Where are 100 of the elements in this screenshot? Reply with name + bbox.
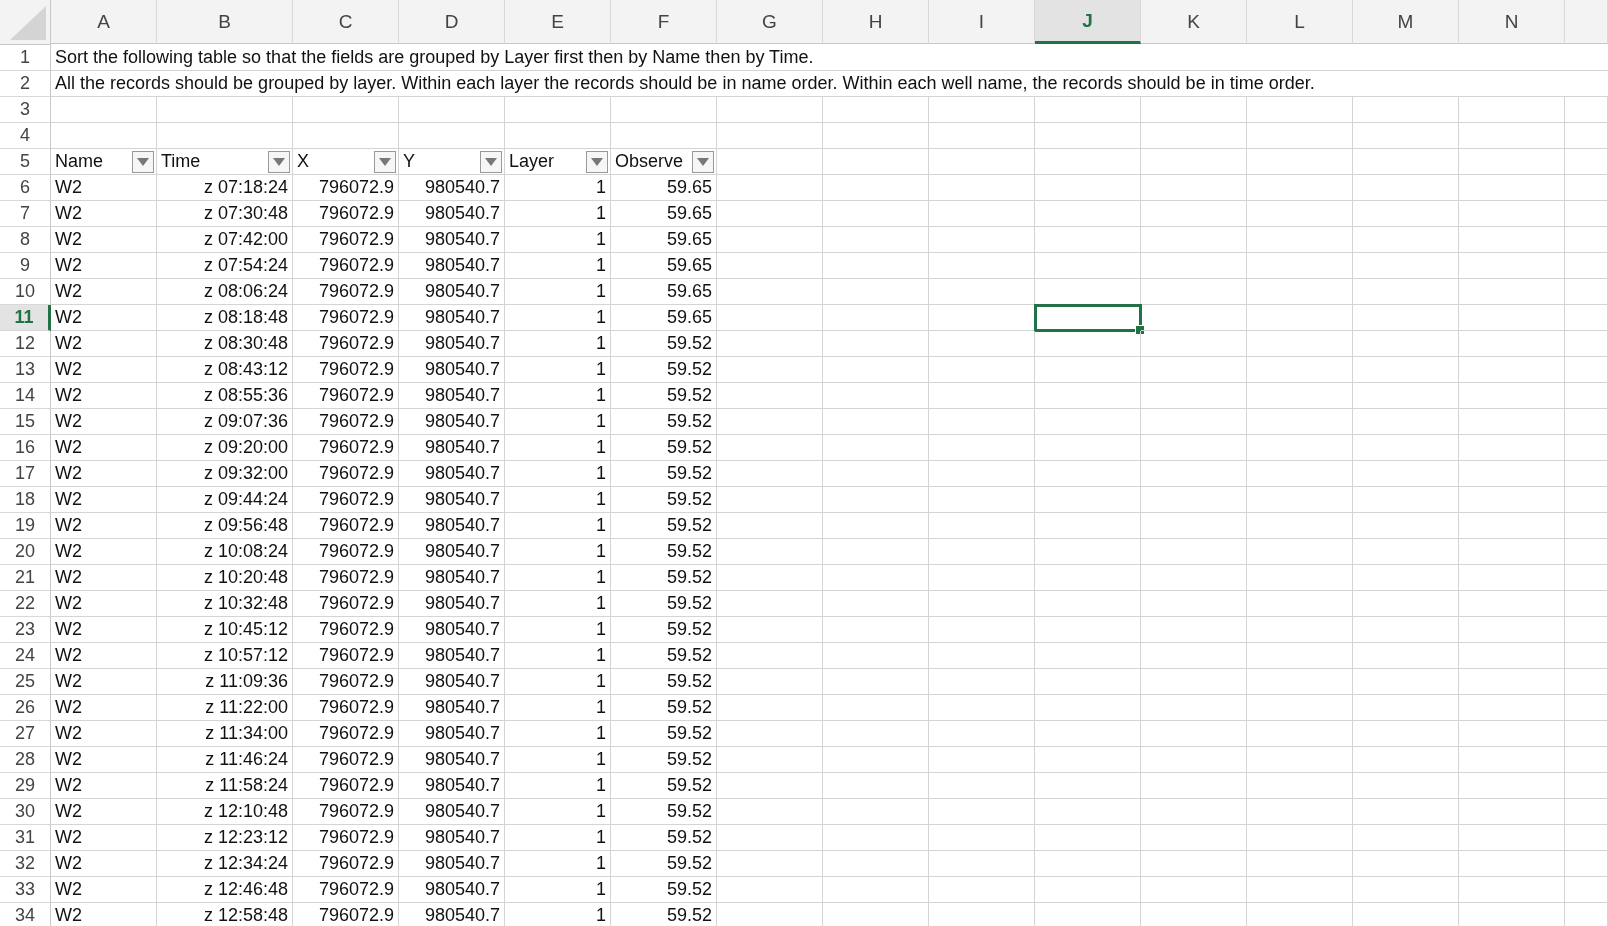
table-cell: 1 [505, 565, 611, 591]
row-header[interactable]: 9 [0, 253, 51, 279]
table-cell: 1 [505, 539, 611, 565]
row-header[interactable]: 13 [0, 357, 51, 383]
table-cell: z 11:22:00 [157, 695, 293, 721]
row-header[interactable]: 29 [0, 773, 51, 799]
row-header[interactable]: 18 [0, 487, 51, 513]
table-cell: z 07:18:24 [157, 175, 293, 201]
filter-dropdown-button[interactable] [374, 150, 396, 173]
empty-cell [1565, 643, 1608, 669]
empty-cell [1565, 357, 1608, 383]
row-header[interactable]: 19 [0, 513, 51, 539]
row-header[interactable]: 20 [0, 539, 51, 565]
table-cell: 980540.7 [399, 695, 505, 721]
row-header[interactable]: 8 [0, 227, 51, 253]
table-cell: W2 [51, 175, 157, 201]
column-header[interactable]: M [1353, 0, 1459, 44]
column-header[interactable]: E [505, 0, 611, 44]
row-header[interactable]: 4 [0, 123, 51, 149]
table-cell: 1 [505, 799, 611, 825]
table-cell: z 11:09:36 [157, 669, 293, 695]
row-header[interactable]: 1 [0, 45, 51, 71]
row-header[interactable]: 33 [0, 877, 51, 903]
table-cell: z 10:20:48 [157, 565, 293, 591]
table-cell: 1 [505, 903, 611, 926]
row-header[interactable]: 5 [0, 149, 51, 175]
table-cell: 1 [505, 643, 611, 669]
table-cell: 980540.7 [399, 825, 505, 851]
table-cell: 980540.7 [399, 669, 505, 695]
table-cell: 59.52 [611, 851, 717, 877]
column-header[interactable]: J [1035, 0, 1141, 44]
row-header[interactable]: 15 [0, 409, 51, 435]
table-cell: W2 [51, 383, 157, 409]
column-header[interactable]: I [929, 0, 1035, 44]
table-cell: 980540.7 [399, 175, 505, 201]
empty-cell [1565, 279, 1608, 305]
table-cell: 59.52 [611, 357, 717, 383]
filter-dropdown-button[interactable] [480, 150, 502, 173]
table-cell: z 09:20:00 [157, 435, 293, 461]
table-cell: z 08:06:24 [157, 279, 293, 305]
row-header[interactable]: 14 [0, 383, 51, 409]
filter-dropdown-button[interactable] [132, 150, 154, 173]
row-header[interactable]: 27 [0, 721, 51, 747]
table-cell: 796072.9 [293, 461, 399, 487]
table-cell: 59.52 [611, 565, 717, 591]
row-header[interactable]: 24 [0, 643, 51, 669]
row-header[interactable]: 11 [0, 305, 51, 331]
table-cell: 796072.9 [293, 201, 399, 227]
filter-dropdown-button[interactable] [268, 150, 290, 173]
column-header[interactable]: N [1459, 0, 1565, 44]
table-cell: 59.65 [611, 227, 717, 253]
table-cell: z 07:30:48 [157, 201, 293, 227]
fill-handle[interactable] [1135, 325, 1145, 335]
column-header[interactable]: A [51, 0, 157, 44]
row-header[interactable]: 30 [0, 799, 51, 825]
table-cell: z 11:34:00 [157, 721, 293, 747]
header-label: Y [403, 151, 415, 172]
table-cell: 796072.9 [293, 591, 399, 617]
table-cell: 59.52 [611, 513, 717, 539]
column-header[interactable]: C [293, 0, 399, 44]
table-cell: 59.52 [611, 669, 717, 695]
row-header[interactable]: 23 [0, 617, 51, 643]
column-header[interactable]: B [157, 0, 293, 44]
row-header[interactable]: 2 [0, 71, 51, 97]
filter-dropdown-button[interactable] [586, 150, 608, 173]
row-header[interactable]: 3 [0, 97, 51, 123]
column-header[interactable]: K [1141, 0, 1247, 44]
table-cell: 980540.7 [399, 253, 505, 279]
table-cell: 796072.9 [293, 643, 399, 669]
row-header[interactable]: 32 [0, 851, 51, 877]
row-header[interactable]: 22 [0, 591, 51, 617]
row-header[interactable]: 28 [0, 747, 51, 773]
table-cell: W2 [51, 513, 157, 539]
row-header[interactable]: 6 [0, 175, 51, 201]
row-header[interactable]: 26 [0, 695, 51, 721]
table-cell: 1 [505, 877, 611, 903]
table-cell: 796072.9 [293, 435, 399, 461]
column-header[interactable]: G [717, 0, 823, 44]
table-cell: 980540.7 [399, 747, 505, 773]
table-cell: 59.52 [611, 695, 717, 721]
table-cell: 980540.7 [399, 539, 505, 565]
row-header[interactable]: 10 [0, 279, 51, 305]
column-header[interactable]: H [823, 0, 929, 44]
table-cell: W2 [51, 799, 157, 825]
empty-cell [1565, 747, 1608, 773]
column-header[interactable]: D [399, 0, 505, 44]
row-header[interactable]: 31 [0, 825, 51, 851]
row-header[interactable]: 25 [0, 669, 51, 695]
column-header[interactable]: L [1247, 0, 1353, 44]
row-header[interactable]: 21 [0, 565, 51, 591]
filter-dropdown-button[interactable] [692, 150, 714, 173]
row-header[interactable]: 12 [0, 331, 51, 357]
table-cell: W2 [51, 695, 157, 721]
table-cell: W2 [51, 227, 157, 253]
row-header[interactable]: 7 [0, 201, 51, 227]
row-header[interactable]: 16 [0, 435, 51, 461]
row-header[interactable]: 17 [0, 461, 51, 487]
table-cell: z 08:18:48 [157, 305, 293, 331]
column-header[interactable]: F [611, 0, 717, 44]
table-cell: 796072.9 [293, 227, 399, 253]
